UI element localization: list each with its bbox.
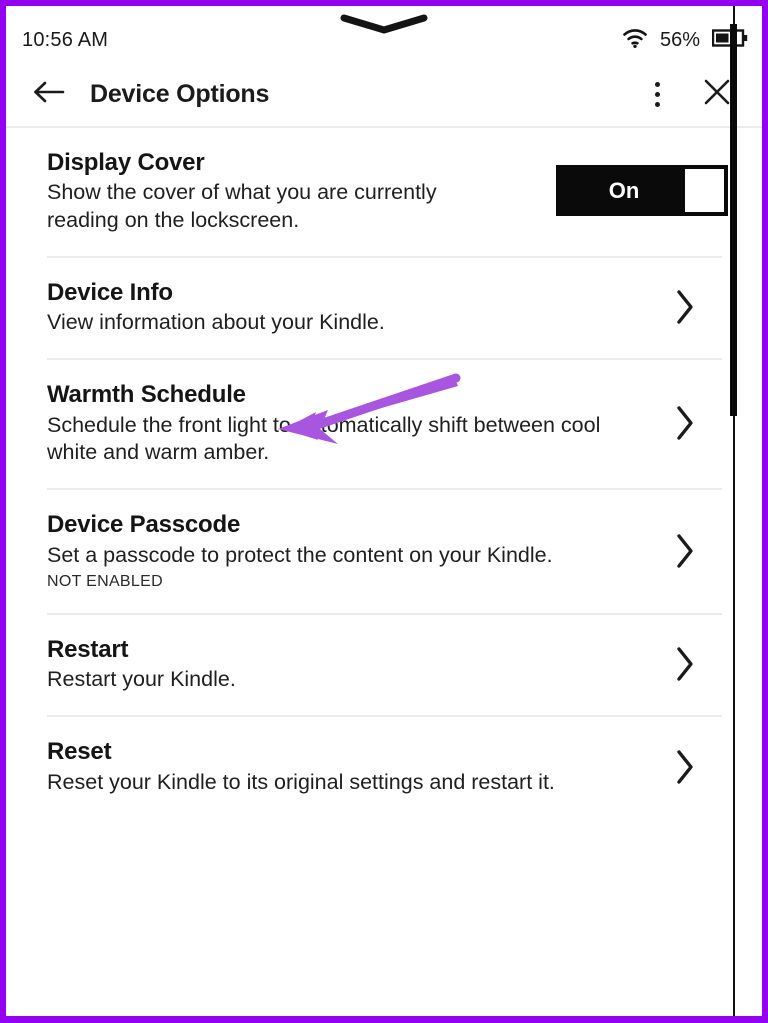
display-cover-toggle[interactable]: On: [556, 165, 728, 217]
list-item-title: Warmth Schedule: [47, 381, 246, 409]
list-item-description: Schedule the front light to automaticall…: [47, 412, 601, 464]
list-item-text: Device Info View information about your …: [47, 278, 648, 337]
device-options-list: Display Cover Show the cover of what you…: [6, 128, 762, 818]
back-button[interactable]: [26, 71, 72, 117]
list-item-title: Reset: [47, 738, 112, 766]
list-item-title: Restart: [47, 635, 129, 663]
list-item-text: Warmth Schedule Schedule the front light…: [47, 380, 648, 466]
arrow-left-icon: [32, 79, 66, 110]
list-item-description: View information about your Kindle.: [47, 310, 385, 335]
wifi-icon: [622, 28, 648, 53]
list-item[interactable]: Reset Reset your Kindle to its original …: [47, 717, 722, 818]
chevron-down-handle-icon[interactable]: [340, 14, 428, 36]
close-icon: [702, 77, 732, 112]
list-item-description: Restart your Kindle.: [47, 667, 236, 692]
overflow-menu-button[interactable]: [634, 71, 680, 117]
list-item[interactable]: Warmth Schedule Schedule the front light…: [47, 360, 722, 491]
status-bar: 10:56 AM 56%: [6, 6, 762, 62]
toggle-knob: [685, 169, 724, 213]
list-item-text: Reset Reset your Kindle to its original …: [47, 737, 648, 796]
chevron-right-icon[interactable]: [648, 644, 722, 684]
list-item-text: Display Cover Show the cover of what you…: [47, 148, 556, 234]
app-header: Device Options: [6, 62, 762, 128]
list-item-description: Show the cover of what you are currently…: [47, 180, 437, 232]
status-badge: NOT ENABLED: [47, 572, 163, 590]
page-title: Device Options: [90, 79, 270, 108]
list-item-description: Reset your Kindle to its original settin…: [47, 769, 555, 794]
chevron-right-icon[interactable]: [648, 747, 722, 787]
kindle-device-screen: 10:56 AM 56% Device Options Display Cove…: [0, 0, 768, 1023]
list-item-title: Device Passcode: [47, 511, 241, 539]
chevron-right-icon[interactable]: [648, 531, 722, 571]
more-vertical-icon: [654, 81, 660, 107]
status-bar-time: 10:56 AM: [22, 28, 109, 51]
list-item-text: Device Passcode Set a passcode to protec…: [47, 510, 648, 591]
chevron-right-icon[interactable]: [648, 287, 722, 327]
battery-percent-label: 56%: [659, 28, 700, 51]
list-item-text: Restart Restart your Kindle.: [47, 635, 648, 694]
list-item[interactable]: Display Cover Show the cover of what you…: [47, 128, 728, 258]
list-item[interactable]: Device Info View information about your …: [47, 258, 722, 361]
list-item[interactable]: Device Passcode Set a passcode to protec…: [47, 490, 722, 615]
list-item[interactable]: Restart Restart your Kindle.: [47, 615, 722, 718]
list-item-description: Set a passcode to protect the content on…: [47, 542, 553, 567]
chevron-right-icon[interactable]: [648, 403, 722, 443]
list-item-title: Device Info: [47, 278, 173, 306]
list-item-title: Display Cover: [47, 149, 205, 176]
scrollbar-thumb[interactable]: [730, 24, 737, 416]
toggle-state-label: On: [608, 177, 640, 203]
